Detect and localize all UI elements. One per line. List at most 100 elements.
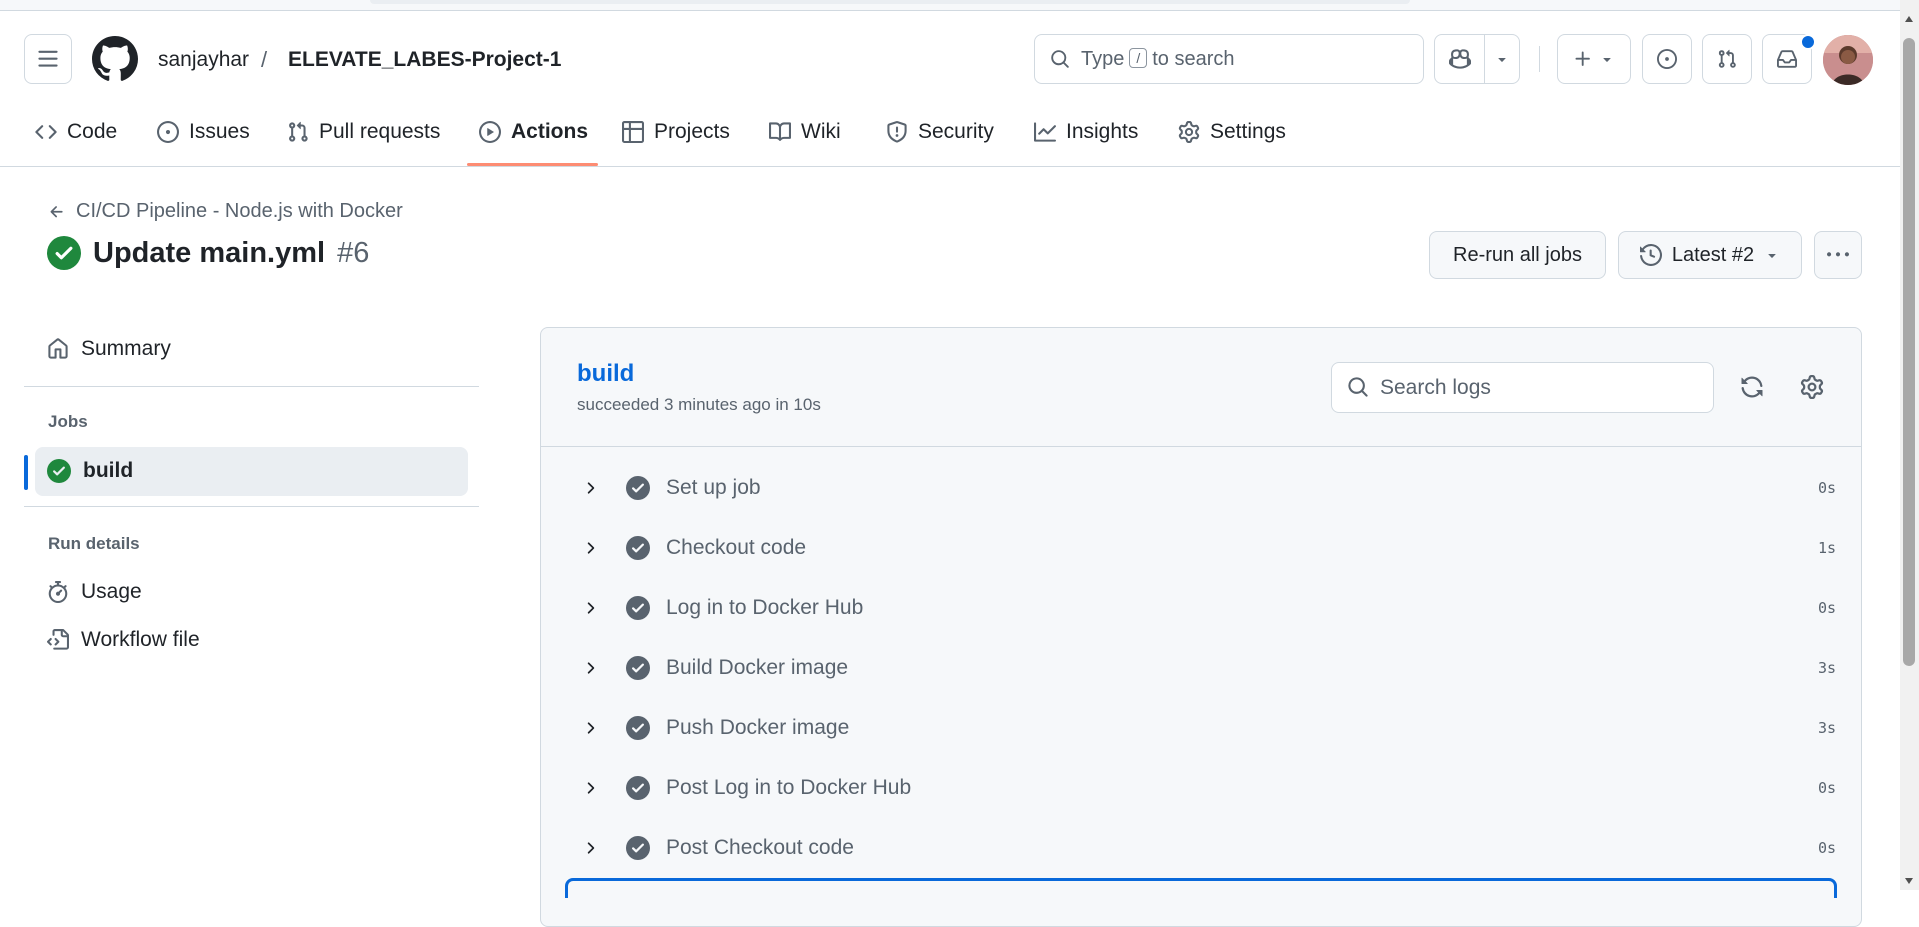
plus-icon	[1575, 51, 1590, 66]
stopwatch-icon	[48, 581, 68, 603]
copilot-icon	[1448, 49, 1471, 69]
sidebar-workflow-file-label: Workflow file	[81, 628, 200, 651]
tab-settings[interactable]: Settings	[1178, 112, 1286, 152]
nav-divider	[0, 166, 1900, 167]
tab-wiki[interactable]: Wiki	[769, 112, 841, 152]
git-pull-request-icon	[1718, 49, 1736, 68]
job-step[interactable]: Checkout code 1s	[572, 528, 1836, 568]
sidebar-item-workflow-file[interactable]: Workflow file	[47, 628, 200, 652]
search-icon	[1051, 50, 1069, 68]
tab-insights-label: Insights	[1066, 120, 1139, 143]
breadcrumb-separator: /	[261, 47, 268, 72]
global-search-input[interactable]: Type / to search	[1034, 34, 1424, 84]
step-name: Log in to Docker Hub	[666, 596, 864, 619]
issue-opened-icon	[157, 121, 179, 143]
sync-icon	[1741, 376, 1763, 398]
more-options-button[interactable]	[1814, 231, 1862, 279]
copilot-dropdown[interactable]	[1485, 35, 1519, 83]
run-attempt-dropdown[interactable]: Latest #2	[1618, 231, 1802, 279]
sidebar-item-summary[interactable]: Summary	[47, 337, 171, 361]
copilot-button-group	[1434, 34, 1520, 84]
check-circle-fill-icon	[47, 236, 81, 270]
job-step[interactable]: Build Docker image 3s	[572, 648, 1836, 688]
tab-issues[interactable]: Issues	[157, 112, 250, 152]
github-logo[interactable]	[92, 36, 138, 82]
tab-actions-label: Actions	[511, 120, 589, 143]
refresh-logs-button[interactable]	[1734, 369, 1770, 405]
step-duration: 1s	[1817, 539, 1836, 557]
job-step[interactable]: Post Checkout code 0s	[572, 828, 1836, 868]
inbox-icon	[1777, 50, 1797, 68]
sidebar-item-usage[interactable]: Usage	[47, 580, 142, 604]
history-icon	[1639, 244, 1662, 266]
sidebar-divider	[24, 386, 479, 387]
check-circle-fill-icon	[626, 776, 650, 800]
tab-projects[interactable]: Projects	[622, 112, 730, 152]
workflow-back-link[interactable]: CI/CD Pipeline - Node.js with Docker	[48, 200, 403, 223]
job-step[interactable]: Post Log in to Docker Hub 0s	[572, 768, 1836, 808]
tab-projects-label: Projects	[654, 120, 730, 143]
job-step[interactable]: Push Docker image 3s	[572, 708, 1836, 748]
search-hint-text: Type	[1081, 48, 1125, 70]
log-settings-button[interactable]	[1794, 369, 1830, 405]
chevron-right-icon	[587, 722, 595, 734]
arrow-left-icon	[50, 205, 63, 217]
copilot-button[interactable]	[1435, 35, 1486, 83]
hamburger-icon	[38, 50, 58, 67]
chevron-right-icon	[587, 602, 595, 614]
search-hint-suffix: to search	[1152, 48, 1235, 70]
menu-button[interactable]	[24, 34, 72, 84]
graph-icon	[1034, 122, 1056, 142]
search-icon	[1348, 377, 1368, 397]
log-search-input[interactable]: Search logs	[1331, 362, 1714, 413]
repo-name-link[interactable]: ELEVATE_LABES-Project-1	[288, 48, 561, 72]
avatar[interactable]	[1823, 35, 1873, 85]
global-search-placeholder: Type / to search	[1081, 48, 1235, 71]
scroll-down-icon	[1905, 878, 1913, 884]
sidebar-usage-label: Usage	[81, 580, 142, 603]
issues-button[interactable]	[1642, 34, 1692, 84]
tab-code-label: Code	[67, 120, 118, 143]
rerun-all-jobs-button[interactable]: Re-run all jobs	[1429, 231, 1606, 279]
focused-step-outline	[565, 878, 1837, 898]
scroll-up-arrow[interactable]	[1904, 14, 1914, 24]
triangle-down-icon	[1498, 58, 1506, 62]
check-circle-fill-icon	[626, 716, 650, 740]
check-circle-fill-icon	[626, 476, 650, 500]
job-status-text: succeeded 3 minutes ago in 10s	[577, 395, 821, 414]
tab-code[interactable]: Code	[35, 112, 117, 152]
job-title-link[interactable]: build	[577, 360, 634, 388]
git-pull-request-icon	[289, 121, 308, 142]
sidebar-divider	[24, 506, 479, 507]
job-header-divider	[541, 446, 1861, 447]
chevron-right-icon	[587, 542, 595, 554]
chevron-right-icon	[587, 662, 595, 674]
triangle-down-icon	[1768, 254, 1776, 258]
tab-insights[interactable]: Insights	[1034, 112, 1138, 152]
run-attempt-label: Latest #2	[1671, 243, 1755, 266]
check-circle-fill-icon	[626, 836, 650, 860]
run-number: #6	[337, 236, 370, 269]
scroll-down-arrow[interactable]	[1904, 876, 1914, 886]
tab-pull-requests[interactable]: Pull requests	[287, 112, 440, 152]
issue-opened-icon	[1657, 49, 1677, 69]
rerun-all-jobs-label: Re-run all jobs	[1453, 243, 1582, 266]
job-step[interactable]: Log in to Docker Hub 0s	[572, 588, 1836, 628]
create-new-button[interactable]	[1557, 34, 1631, 84]
repo-owner-link[interactable]: sanjayhar	[158, 48, 249, 72]
scroll-up-icon	[1905, 16, 1913, 22]
tab-security[interactable]: Security	[886, 112, 994, 152]
chevron-right-icon	[587, 482, 595, 494]
home-icon	[48, 338, 68, 359]
sidebar-item-job-build[interactable]: build	[47, 459, 133, 483]
step-name: Checkout code	[666, 536, 807, 559]
sidebar-run-details-heading: Run details	[48, 534, 140, 553]
scrollbar-thumb[interactable]	[1903, 38, 1915, 666]
tab-actions[interactable]: Actions	[479, 112, 588, 152]
job-step[interactable]: Set up job 0s	[572, 468, 1836, 508]
pull-requests-button[interactable]	[1702, 34, 1752, 84]
tab-security-label: Security	[918, 120, 994, 143]
file-code-icon	[47, 629, 69, 650]
step-duration: 0s	[1817, 779, 1836, 797]
check-circle-fill-icon	[626, 596, 650, 620]
